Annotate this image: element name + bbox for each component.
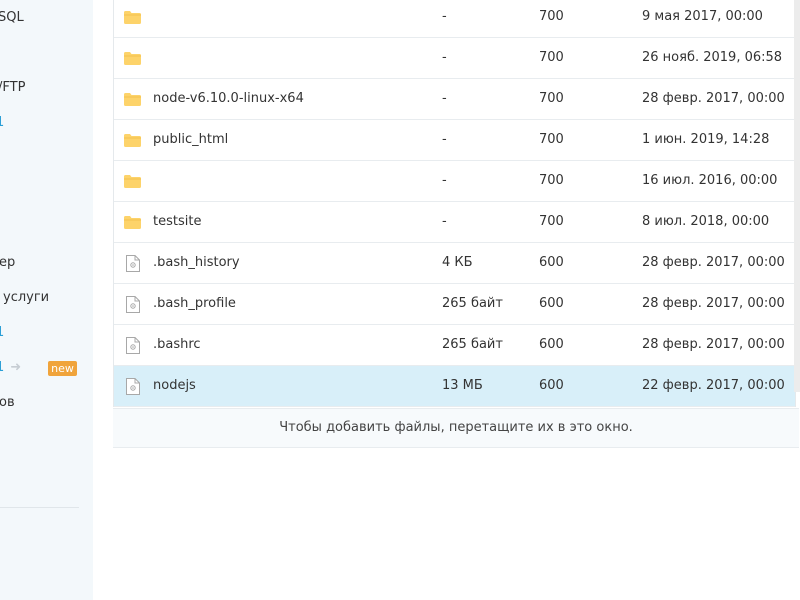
file-name[interactable]: .bashrc [153,325,201,365]
file-row[interactable]: .bash_profile 265 байт 600 28 февр. 2017, 0… [114,284,795,325]
folder-icon [124,161,142,201]
file-modified-date: 16 июл. 2016, 00:00 [642,173,778,188]
file-permissions: 700 [539,214,564,229]
folder-icon [124,120,142,160]
file-permissions: 600 [539,378,564,393]
file-icon [124,325,142,365]
file-permissions: 700 [539,132,564,147]
file-size: - [442,9,447,24]
new-badge: new [48,361,77,376]
file-name[interactable]: .bash_profile [153,284,236,324]
file-list: - 700 9 мая 2017, 00:00 - 700 26 нояб. 2019, … [113,0,796,407]
file-row[interactable]: .bashrc 265 байт 600 28 февр. 2017, 00:00 [114,325,795,366]
file-icon [124,284,142,324]
file-modified-date: 8 июл. 2018, 00:00 [642,214,770,229]
file-modified-date: 28 февр. 2017, 00:00 [642,91,785,106]
sidebar-item-transfer[interactable]: 1 ➜ [0,358,21,378]
file-size: - [442,91,447,106]
file-row[interactable]: nodejs 13 МБ 600 22 февр. 2017, 00:00 [114,366,795,407]
sidebar-item-server[interactable]: ер [0,253,15,273]
folder-icon [124,38,142,78]
sidebar-item-active[interactable]: 1 [0,113,4,133]
file-size: 4 КБ [442,255,473,270]
file-modified-date: 22 февр. 2017, 00:00 [642,378,785,393]
file-modified-date: 28 февр. 2017, 00:00 [642,337,785,352]
file-size: 265 байт [442,296,503,311]
file-row[interactable]: public_html - 700 1 июн. 2019, 14:28 [114,120,795,161]
drop-zone-hint[interactable]: Чтобы добавить файлы, перетащите их в эт… [113,408,799,448]
file-size: - [442,214,447,229]
file-modified-date: 28 февр. 2017, 00:00 [642,255,785,270]
file-permissions: 700 [539,91,564,106]
sidebar-item-link[interactable]: 1 [0,323,4,343]
file-size: 13 МБ [442,378,483,393]
file-permissions: 600 [539,255,564,270]
arrow-right-icon: ➜ [10,360,22,375]
file-name[interactable]: nodejs [153,366,196,406]
file-permissions: 700 [539,173,564,188]
file-name[interactable]: .bash_history [153,243,240,283]
sidebar: SQL /FTP 1 ер услуги 1 1 ➜ new ов [0,0,93,600]
sidebar-item-ssh-ftp[interactable]: /FTP [0,78,25,98]
file-icon [124,243,142,283]
file-row[interactable]: - 700 26 нояб. 2019, 06:58 [114,38,795,79]
file-row[interactable]: .bash_history 4 КБ 600 28 февр. 2017, 00:00 [114,243,795,284]
file-row[interactable]: - 700 9 мая 2017, 00:00 [114,0,795,38]
file-size: - [442,50,447,65]
file-manager: - 700 9 мая 2017, 00:00 - 700 26 нояб. 2019, … [113,0,800,600]
file-modified-date: 26 нояб. 2019, 06:58 [642,50,783,65]
file-row[interactable]: - 700 16 июл. 2016, 00:00 [114,161,795,202]
folder-icon [124,79,142,119]
sidebar-item-transfer-label: 1 [0,360,5,375]
file-icon [124,366,142,406]
file-size: - [442,173,447,188]
file-row[interactable]: testsite - 700 8 июл. 2018, 00:00 [114,202,795,243]
file-modified-date: 9 мая 2017, 00:00 [642,9,763,24]
file-permissions: 600 [539,337,564,352]
file-permissions: 700 [539,50,564,65]
file-name[interactable]: testsite [153,202,201,242]
scrollbar[interactable] [794,0,800,392]
file-permissions: 700 [539,9,564,24]
sidebar-item-services[interactable]: услуги [3,288,49,308]
sidebar-item-other[interactable]: ов [0,393,15,413]
folder-icon [124,0,142,37]
file-size: 265 байт [442,337,503,352]
file-modified-date: 28 февр. 2017, 00:00 [642,296,785,311]
file-size: - [442,132,447,147]
file-name[interactable]: node-v6.10.0-linux-x64 [153,79,304,119]
file-modified-date: 1 июн. 2019, 14:28 [642,132,770,147]
file-row[interactable]: node-v6.10.0-linux-x64 - 700 28 февр. 2017,… [114,79,795,120]
sidebar-item-mysql[interactable]: SQL [0,8,24,28]
file-name[interactable]: public_html [153,120,228,160]
folder-icon [124,202,142,242]
file-permissions: 600 [539,296,564,311]
sidebar-divider [0,507,79,508]
